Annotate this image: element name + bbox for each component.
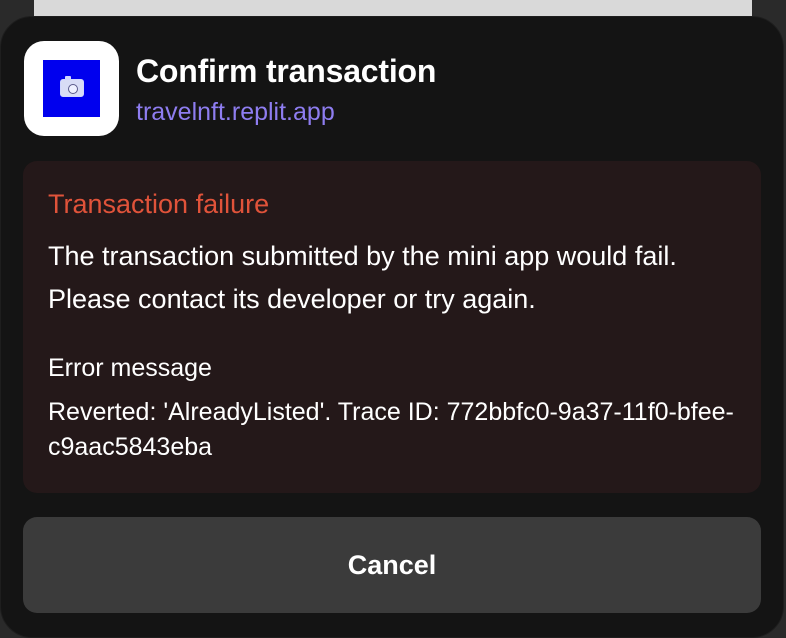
modal-title: Confirm transaction	[136, 53, 437, 89]
error-title: Transaction failure	[48, 189, 270, 219]
error-message-label: Error message	[48, 354, 212, 382]
camera-icon	[60, 76, 84, 97]
confirm-transaction-modal: Confirm transaction travelnft.replit.app…	[0, 16, 784, 638]
cancel-button[interactable]: Cancel	[23, 517, 761, 613]
app-icon-tile	[43, 60, 100, 117]
error-panel: Transaction failure The transaction subm…	[23, 161, 761, 493]
app-icon	[24, 41, 119, 136]
error-description: The transaction submitted by the mini ap…	[48, 241, 677, 314]
app-domain: travelnft.replit.app	[136, 98, 335, 126]
error-message-text: Reverted: 'AlreadyListed'. Trace ID: 772…	[48, 398, 734, 461]
